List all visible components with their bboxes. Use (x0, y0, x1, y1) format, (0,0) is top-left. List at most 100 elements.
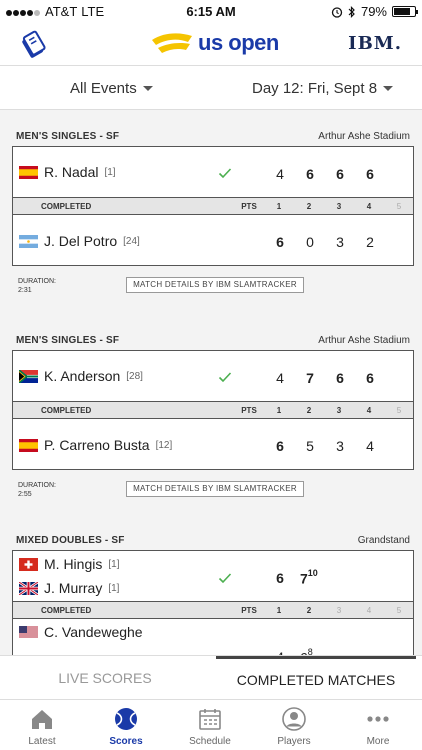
bluetooth-icon (348, 5, 355, 18)
tab-label: Players (277, 736, 311, 747)
set-score: 6 (336, 370, 344, 386)
house-icon (32, 710, 52, 729)
tab-players[interactable]: Players (252, 706, 336, 747)
tab-schedule[interactable]: Schedule (168, 706, 252, 747)
match-details-button[interactable]: MATCH DETAILS BY IBM SLAMTRACKER (126, 481, 304, 497)
duration-label: DURATION: (18, 278, 56, 285)
player-seed: [1] (108, 558, 120, 570)
player-info: K. Anderson [28] (19, 368, 143, 384)
player-row-loser[interactable]: J. Del Potro [24] 6 0 3 2 (12, 214, 414, 266)
tab-label: Latest (28, 736, 56, 747)
caret-down-icon (383, 86, 394, 91)
set-score: 6 (276, 570, 284, 586)
set-score: 4 (276, 370, 284, 386)
status-label: COMPLETED (41, 202, 92, 211)
set-score: 6 (366, 370, 374, 386)
player-info: M. Hingis [1] (19, 556, 119, 572)
events-dropdown-label: All Events (70, 80, 137, 97)
alarm-icon (331, 6, 343, 18)
set-column: 1 (276, 606, 282, 615)
set-column: 3 (336, 406, 342, 415)
player-name[interactable]: J. Del Potro (44, 233, 117, 249)
set-score: 6 (336, 166, 344, 182)
duration-value: 2:31 (18, 287, 32, 294)
person-icon (282, 707, 306, 731)
player-seed: [28] (126, 370, 143, 382)
player-name[interactable]: J. Murray (44, 580, 102, 596)
caret-down-icon (142, 86, 153, 91)
match-list[interactable]: MEN'S SINGLES - SF Arthur Ashe Stadium R… (0, 110, 422, 655)
set-score: 3 (336, 234, 344, 250)
tiebreak-score: 10 (307, 568, 318, 578)
match-card[interactable]: MIXED DOUBLES - SF Grandstand M. Hingis … (0, 530, 422, 655)
player-name[interactable]: C. Vandeweghe (44, 624, 143, 640)
match-header: MEN'S SINGLES - SF Arthur Ashe Stadium (0, 330, 422, 350)
match-court: Arthur Ashe Stadium (318, 335, 410, 346)
player-info: P. Carreno Busta [12] (19, 437, 172, 453)
player-name[interactable]: R. Nadal (44, 164, 98, 180)
player-info: J. Del Potro [24] (19, 233, 140, 249)
calendar-icon (199, 709, 221, 730)
tickets-icon[interactable] (18, 30, 48, 60)
set-column: 2 (306, 406, 312, 415)
score-column-bar: COMPLETED PTS 1 2 3 4 5 (12, 198, 414, 214)
pts-column: PTS (241, 202, 257, 211)
status-label: COMPLETED (41, 606, 92, 615)
match-duration: DURATION: 2:31 (18, 277, 56, 295)
match-round: MEN'S SINGLES - SF (16, 335, 120, 346)
scores-segment-control: LIVE SCORES COMPLETED MATCHES (0, 655, 422, 699)
app-header: us open IBM. (0, 22, 422, 66)
player-seed: [12] (155, 439, 173, 451)
player-info: J. Murray [1] (19, 580, 119, 596)
team-row-winner[interactable]: M. Hingis [1] J. Murray [1] 6 710 (12, 550, 414, 602)
match-header: MIXED DOUBLES - SF Grandstand (0, 530, 422, 550)
player-name[interactable]: K. Anderson (44, 368, 120, 384)
set-column: 4 (366, 406, 372, 415)
player-row-loser[interactable]: P. Carreno Busta [12] 6 5 3 4 (12, 418, 414, 470)
status-label: COMPLETED (41, 406, 92, 415)
us-open-logo[interactable]: us open (150, 30, 279, 56)
score-column-bar: COMPLETED PTS 1 2 3 4 5 (12, 402, 414, 418)
set-score: 0 (306, 234, 314, 250)
set-score: 7 (306, 370, 314, 386)
match-card[interactable]: MEN'S SINGLES - SF Arthur Ashe Stadium R… (0, 126, 422, 294)
live-scores-tab[interactable]: LIVE SCORES (0, 656, 210, 700)
set-column: 1 (276, 406, 282, 415)
set-column: 1 (276, 202, 282, 211)
tab-scores[interactable]: Scores (84, 706, 168, 747)
tab-more[interactable]: More (336, 706, 420, 747)
argentina-flag-icon (19, 234, 38, 248)
player-name[interactable]: P. Carreno Busta (44, 437, 150, 453)
set-score: 6 (366, 166, 374, 182)
player-row-winner[interactable]: K. Anderson [28] 4 7 6 6 (12, 350, 414, 402)
battery-percent: 79% (360, 4, 387, 19)
bottom-tab-bar: Latest Scores Schedule Players More (0, 699, 422, 750)
player-seed: [1] (108, 582, 120, 594)
team-row-loser[interactable]: C. Vandeweghe 4 68 (12, 618, 414, 655)
ibm-logo[interactable]: IBM. (348, 33, 402, 54)
events-dropdown[interactable]: All Events (70, 80, 153, 97)
match-header: MEN'S SINGLES - SF Arthur Ashe Stadium (0, 126, 422, 146)
day-dropdown[interactable]: Day 12: Fri, Sept 8 (252, 80, 394, 97)
player-name[interactable]: M. Hingis (44, 556, 102, 572)
match-round: MIXED DOUBLES - SF (16, 535, 125, 546)
match-details-button[interactable]: MATCH DETAILS BY IBM SLAMTRACKER (126, 277, 304, 293)
set-column: 4 (366, 202, 372, 211)
switzerland-flag-icon (19, 557, 38, 571)
player-seed: [24] (123, 235, 140, 247)
tab-label: Schedule (189, 736, 231, 747)
pts-column: PTS (241, 406, 257, 415)
tab-latest[interactable]: Latest (0, 706, 84, 747)
status-bar: AT&T LTE 6:15 AM 79% (0, 0, 422, 22)
match-card[interactable]: MEN'S SINGLES - SF Arthur Ashe Stadium K… (0, 330, 422, 498)
player-row-winner[interactable]: R. Nadal [1] 4 6 6 6 (12, 146, 414, 198)
winner-check-icon (218, 168, 232, 179)
match-court: Grandstand (357, 535, 410, 546)
tennis-ball-icon (115, 708, 137, 730)
tab-label: More (366, 736, 390, 747)
tiebreak-score: 8 (307, 647, 313, 655)
completed-matches-tab[interactable]: COMPLETED MATCHES (216, 656, 416, 700)
set-score: 5 (306, 438, 314, 454)
pts-column: PTS (241, 606, 257, 615)
match-round: MEN'S SINGLES - SF (16, 131, 120, 142)
